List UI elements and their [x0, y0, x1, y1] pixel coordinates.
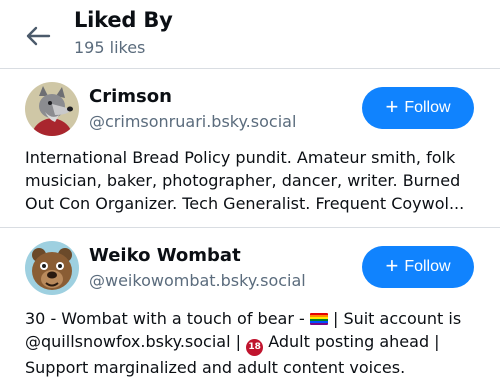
- follow-label: Follow: [404, 258, 451, 275]
- plus-icon: +: [385, 253, 399, 278]
- plus-icon: +: [385, 94, 399, 119]
- avatar[interactable]: [25, 241, 79, 295]
- page-header: Liked By 195 likes: [0, 0, 500, 69]
- follow-button[interactable]: + Follow: [362, 246, 474, 288]
- follow-button[interactable]: + Follow: [362, 87, 474, 129]
- user-bio: 30 - Wombat with a touch of bear - | Sui…: [25, 307, 480, 379]
- follow-label: Follow: [404, 99, 451, 116]
- avatar[interactable]: [25, 82, 79, 136]
- user-list-item[interactable]: Weiko Wombat @weikowombat.bsky.social + …: [0, 229, 500, 389]
- user-list-item[interactable]: Crimson @crimsonruari.bsky.social + Foll…: [0, 70, 500, 228]
- user-display-name[interactable]: Crimson: [89, 86, 172, 107]
- rainbow-flag-icon: [309, 313, 328, 325]
- user-display-name[interactable]: Weiko Wombat: [89, 245, 241, 266]
- user-bio: International Bread Policy pundit. Amate…: [25, 148, 465, 213]
- user-handle: @weikowombat.bsky.social: [89, 271, 306, 290]
- wombat-avatar-icon: [25, 241, 79, 295]
- back-button[interactable]: [22, 20, 54, 52]
- arrow-left-icon: [26, 26, 51, 46]
- no-under-18-icon: 18: [246, 339, 264, 356]
- wolf-avatar-icon: [25, 82, 79, 136]
- bio-text: 30 - Wombat with a touch of bear -: [25, 309, 310, 328]
- likes-count: 195 likes: [74, 38, 146, 57]
- page-title: Liked By: [74, 8, 173, 32]
- user-handle: @crimsonruari.bsky.social: [89, 112, 297, 131]
